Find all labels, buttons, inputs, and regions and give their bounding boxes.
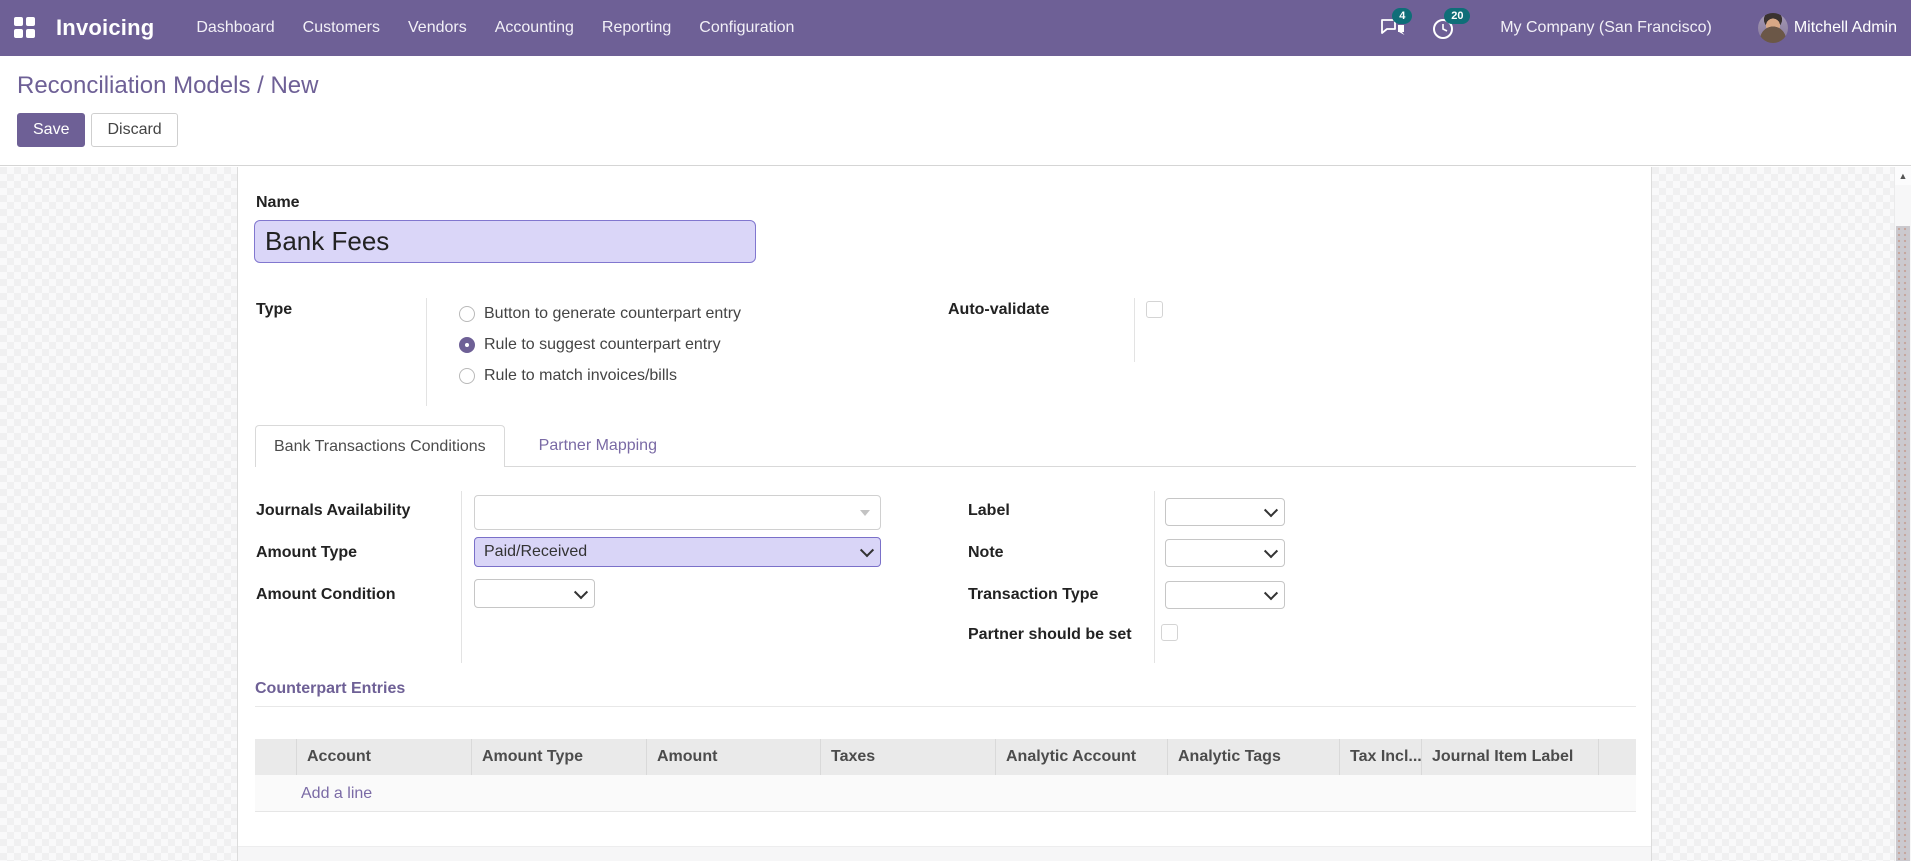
amount-type-value: Paid/Received xyxy=(484,543,588,560)
user-avatar xyxy=(1757,13,1788,43)
control-panel-buttons: Save Discard xyxy=(17,113,178,147)
scrollbar-up-arrow-icon[interactable]: ▲ xyxy=(1895,167,1911,185)
notebook-tabs: Bank Transactions Conditions Partner Map… xyxy=(255,425,1636,467)
column-analytic-account: Analytic Account xyxy=(996,739,1168,775)
app-name[interactable]: Invoicing xyxy=(56,15,154,41)
main-menu: Dashboard Customers Vendors Accounting R… xyxy=(182,0,808,56)
discard-button[interactable]: Discard xyxy=(91,113,178,147)
label-field-label: Label xyxy=(968,502,1010,519)
auto-validate-label: Auto-validate xyxy=(948,301,1050,318)
breadcrumb[interactable]: Reconciliation Models / New xyxy=(17,72,318,100)
amount-condition-label: Amount Condition xyxy=(256,586,396,603)
column-amount: Amount xyxy=(647,739,821,775)
name-input[interactable] xyxy=(254,220,756,263)
table-header-row: Account Amount Type Amount Taxes Analyti… xyxy=(255,739,1636,775)
column-tax-included: Tax Incl... xyxy=(1340,739,1422,775)
user-menu[interactable]: Mitchell Admin xyxy=(1757,13,1897,43)
radio-option-suggest[interactable]: Rule to suggest counterpart entry xyxy=(459,329,741,360)
radio-label: Button to generate counterpart entry xyxy=(484,304,742,322)
journals-availability-text-input[interactable] xyxy=(483,496,853,529)
menu-item-reporting[interactable]: Reporting xyxy=(588,0,685,56)
form-sheet: Name Type Button to generate counterpart… xyxy=(237,167,1652,861)
vertical-scrollbar[interactable]: ▲ xyxy=(1894,167,1911,861)
tab-bank-transactions-conditions[interactable]: Bank Transactions Conditions xyxy=(255,425,505,467)
type-field-label: Type xyxy=(256,301,293,318)
note-field-label: Note xyxy=(968,544,1004,561)
menu-item-dashboard[interactable]: Dashboard xyxy=(182,0,288,56)
chevron-down-icon xyxy=(1263,544,1279,559)
conditions-group: Journals Availability Amount Type Paid/R… xyxy=(256,489,1636,667)
label-separator xyxy=(1134,298,1135,362)
journals-availability-label: Journals Availability xyxy=(256,502,411,519)
add-a-line-link[interactable]: Add a line xyxy=(255,775,372,812)
label-select[interactable] xyxy=(1165,498,1285,526)
transaction-type-label: Transaction Type xyxy=(968,586,1099,603)
menu-item-accounting[interactable]: Accounting xyxy=(481,0,588,56)
radio-icon[interactable] xyxy=(459,367,475,384)
dropdown-caret-icon[interactable] xyxy=(860,510,870,516)
radio-icon-checked[interactable] xyxy=(459,336,475,353)
amount-type-select[interactable]: Paid/Received xyxy=(474,537,881,567)
column-handle xyxy=(255,739,297,775)
apps-grid-icon[interactable] xyxy=(14,17,36,39)
activities-badge: 20 xyxy=(1444,8,1471,24)
control-panel: Reconciliation Models / New Save Discard xyxy=(0,56,1911,166)
grid-square xyxy=(14,17,23,26)
type-group: Type Button to generate counterpart entr… xyxy=(256,298,1636,410)
counterpart-entries-table: Account Amount Type Amount Taxes Analyti… xyxy=(255,739,1636,812)
partner-should-be-set-checkbox[interactable] xyxy=(1161,624,1178,641)
company-switcher[interactable]: My Company (San Francisco) xyxy=(1500,19,1712,37)
menu-item-vendors[interactable]: Vendors xyxy=(394,0,481,56)
top-navbar: Invoicing Dashboard Customers Vendors Ac… xyxy=(0,0,1911,56)
messages-badge: 4 xyxy=(1392,8,1413,24)
content-area: Name Type Button to generate counterpart… xyxy=(0,167,1911,861)
menu-item-configuration[interactable]: Configuration xyxy=(685,0,808,56)
radio-option-match[interactable]: Rule to match invoices/bills xyxy=(459,360,741,391)
radio-icon[interactable] xyxy=(459,305,475,322)
label-separator xyxy=(461,491,462,663)
column-account: Account xyxy=(297,739,472,775)
table-add-row: Add a line xyxy=(255,775,1636,812)
scrollbar-thumb[interactable] xyxy=(1896,226,1910,861)
radio-label: Rule to match invoices/bills xyxy=(484,366,677,384)
chevron-down-icon xyxy=(1263,503,1279,518)
chevron-down-icon xyxy=(1263,586,1279,601)
radio-option-generate[interactable]: Button to generate counterpart entry xyxy=(459,298,741,329)
column-analytic-tags: Analytic Tags xyxy=(1168,739,1340,775)
chevron-down-icon xyxy=(573,584,589,599)
label-separator xyxy=(1154,491,1155,663)
grid-square xyxy=(26,29,35,38)
messages-icon[interactable]: 4 xyxy=(1380,8,1413,40)
sheet-bottom-strip xyxy=(238,846,1651,861)
note-select[interactable] xyxy=(1165,539,1285,567)
user-name: Mitchell Admin xyxy=(1793,19,1897,36)
grid-square xyxy=(26,17,35,26)
column-journal-item-label: Journal Item Label xyxy=(1422,739,1599,775)
counterpart-entries-heading: Counterpart Entries xyxy=(255,680,406,697)
activities-icon[interactable]: 20 xyxy=(1432,8,1471,40)
radio-label: Rule to suggest counterpart entry xyxy=(484,335,721,353)
column-taxes: Taxes xyxy=(821,739,996,775)
transaction-type-select[interactable] xyxy=(1165,581,1285,609)
systray: 4 20 My Company (San Francisco) Mitchell… xyxy=(1380,8,1897,43)
journals-availability-input[interactable] xyxy=(474,495,881,530)
tab-partner-mapping[interactable]: Partner Mapping xyxy=(521,425,675,466)
grid-square xyxy=(14,29,23,38)
name-field-label: Name xyxy=(256,194,300,211)
heading-divider xyxy=(255,706,1636,707)
amount-type-label: Amount Type xyxy=(256,544,358,561)
column-trailing xyxy=(1599,739,1636,775)
partner-should-be-set-label: Partner should be set xyxy=(968,626,1132,643)
save-button[interactable]: Save xyxy=(17,113,86,147)
type-radio-group: Button to generate counterpart entry Rul… xyxy=(459,298,741,391)
column-amount-type: Amount Type xyxy=(472,739,647,775)
auto-validate-checkbox[interactable] xyxy=(1146,301,1163,318)
menu-item-customers[interactable]: Customers xyxy=(289,0,394,56)
amount-condition-select[interactable] xyxy=(474,579,595,608)
chevron-down-icon xyxy=(859,543,875,558)
label-separator xyxy=(426,298,427,406)
